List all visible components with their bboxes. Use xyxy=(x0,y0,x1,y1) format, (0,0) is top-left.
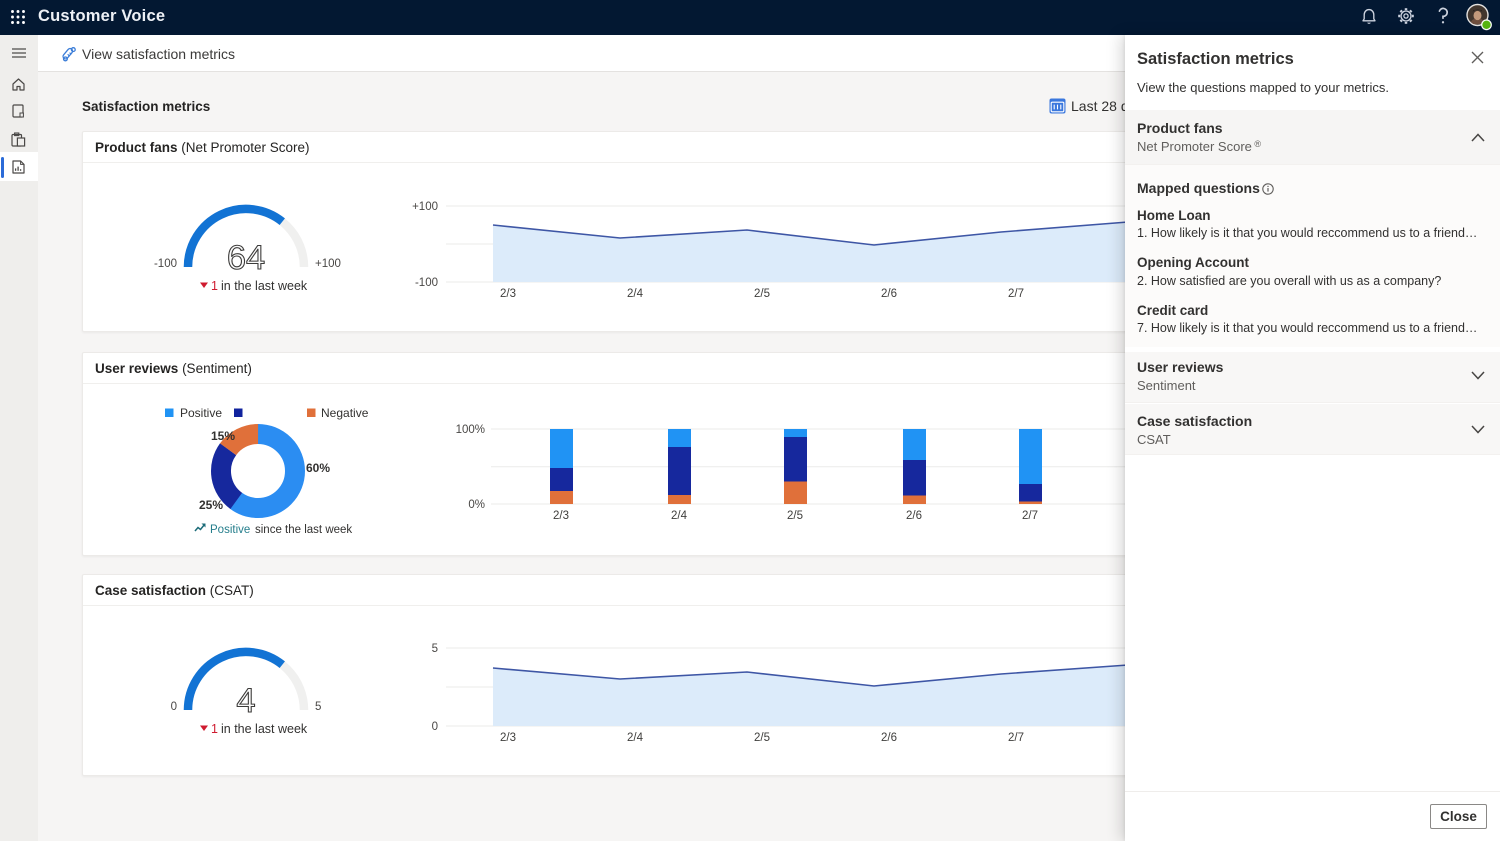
svg-text:2/6: 2/6 xyxy=(881,732,897,744)
svg-text:5: 5 xyxy=(432,643,438,655)
svg-text:Positive: Positive xyxy=(180,406,222,420)
svg-text:15%: 15% xyxy=(211,429,235,443)
svg-text:in the last week: in the last week xyxy=(221,722,308,736)
svg-text:1: 1 xyxy=(211,279,218,293)
svg-text:2/3: 2/3 xyxy=(500,732,516,744)
svg-text:-100: -100 xyxy=(154,258,177,270)
svg-text:100%: 100% xyxy=(456,424,485,436)
svg-text:2/7: 2/7 xyxy=(1022,510,1038,522)
svg-text:25%: 25% xyxy=(199,498,223,512)
svg-text:2/5: 2/5 xyxy=(754,732,770,744)
svg-text:2/4: 2/4 xyxy=(671,510,688,522)
svg-text:2/5: 2/5 xyxy=(787,510,803,522)
svg-text:5: 5 xyxy=(315,701,321,713)
svg-text:Negative: Negative xyxy=(321,406,369,420)
svg-text:2/6: 2/6 xyxy=(881,288,897,300)
svg-text:2/5: 2/5 xyxy=(754,288,770,300)
svg-text:0: 0 xyxy=(432,721,438,733)
svg-text:+100: +100 xyxy=(315,258,341,270)
svg-text:2/6: 2/6 xyxy=(906,510,922,522)
svg-text:Positive: Positive xyxy=(210,524,250,536)
svg-text:2/7: 2/7 xyxy=(1008,732,1024,744)
svg-text:+100: +100 xyxy=(412,201,438,213)
svg-text:2/4: 2/4 xyxy=(627,732,644,744)
svg-text:in the last week: in the last week xyxy=(221,279,308,293)
svg-text:0%: 0% xyxy=(468,499,485,511)
svg-text:64: 64 xyxy=(227,239,265,277)
svg-text:0: 0 xyxy=(171,701,177,713)
svg-text:2/7: 2/7 xyxy=(1008,288,1024,300)
svg-text:60%: 60% xyxy=(306,461,330,475)
svg-text:4: 4 xyxy=(236,682,255,720)
svg-text:2/4: 2/4 xyxy=(627,288,644,300)
svg-text:-100: -100 xyxy=(415,277,438,289)
svg-text:since the last week: since the last week xyxy=(255,524,352,536)
svg-text:2/3: 2/3 xyxy=(500,288,516,300)
svg-text:2/3: 2/3 xyxy=(553,510,569,522)
svg-text:1: 1 xyxy=(211,722,218,736)
